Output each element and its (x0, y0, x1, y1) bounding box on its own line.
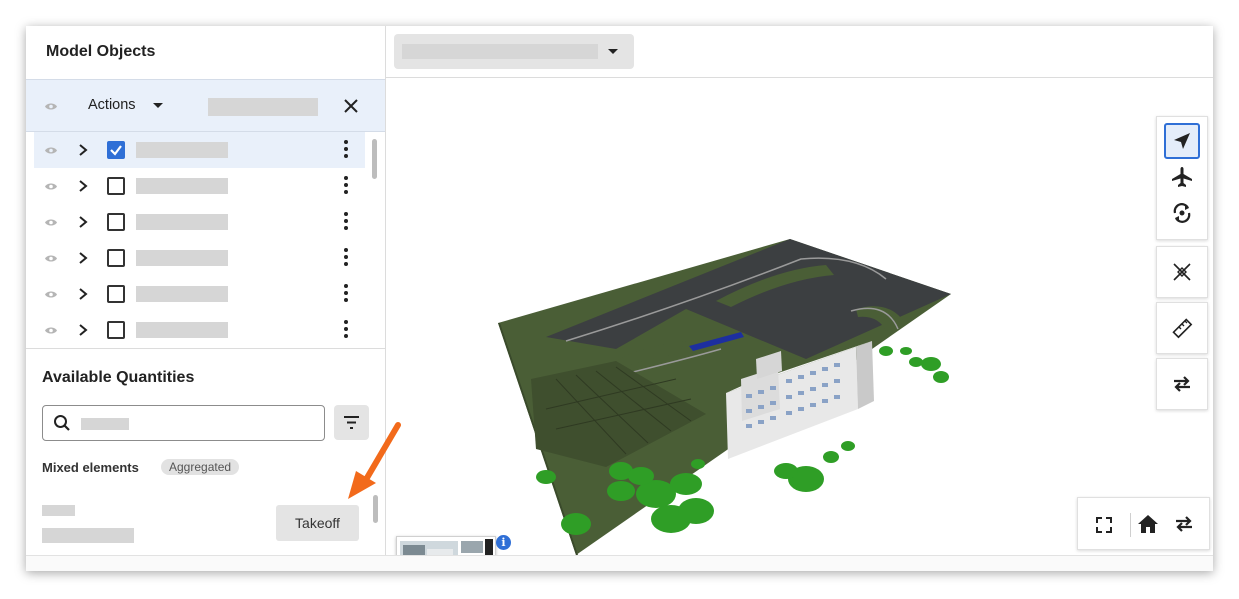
model-objects-panel: Model Objects Actions Available Quantiti… (26, 26, 401, 555)
list-item[interactable] (34, 276, 365, 312)
item-name-placeholder (136, 142, 228, 158)
list-scrollbar[interactable] (372, 139, 377, 179)
navigation-tools (1156, 116, 1208, 240)
site-model (498, 239, 951, 555)
info-icon[interactable]: i (496, 535, 511, 550)
chevron-right-icon[interactable] (76, 251, 90, 265)
close-icon[interactable] (342, 97, 360, 115)
select-tool-button[interactable] (1164, 123, 1200, 159)
available-quantities-title: Available Quantities (42, 369, 195, 386)
item-name-placeholder (136, 322, 228, 338)
orbit-icon (1173, 203, 1191, 223)
home-button[interactable] (1137, 513, 1161, 537)
more-options-icon[interactable] (343, 320, 349, 340)
swap-tools (1156, 358, 1208, 410)
row-checkbox[interactable] (107, 177, 125, 195)
row-checkbox[interactable] (107, 285, 125, 303)
swap-arrows-icon (1174, 376, 1190, 392)
3d-canvas[interactable]: i (386, 79, 1213, 571)
eye-icon[interactable] (44, 254, 58, 263)
checkmark-icon (110, 145, 122, 156)
item-name-placeholder (136, 178, 228, 194)
status-strip (26, 555, 1213, 571)
eye-icon[interactable] (44, 218, 58, 227)
section-tools (1156, 246, 1208, 298)
quantity-value-placeholder (42, 528, 134, 543)
view-controls (1077, 497, 1210, 550)
actions-bar: Actions (26, 79, 385, 132)
list-item[interactable] (34, 204, 365, 240)
panel-title: Model Objects (46, 43, 156, 60)
orbit-tool-button[interactable] (1164, 195, 1200, 231)
model-viewer: i (386, 26, 1213, 571)
quantity-name-placeholder (42, 505, 75, 516)
eye-icon[interactable] (44, 326, 58, 335)
selection-count-placeholder (208, 98, 318, 116)
object-list (26, 132, 385, 348)
chevron-down-icon[interactable] (608, 49, 618, 54)
eye-icon[interactable] (44, 102, 58, 111)
row-checkbox[interactable] (107, 213, 125, 231)
eye-icon[interactable] (44, 146, 58, 155)
chevron-right-icon[interactable] (76, 215, 90, 229)
more-options-icon[interactable] (343, 140, 349, 160)
list-item[interactable] (34, 132, 365, 168)
item-name-placeholder (136, 214, 228, 230)
more-options-icon[interactable] (343, 248, 349, 268)
search-icon (54, 415, 70, 431)
section-cut-icon (1173, 263, 1191, 281)
chevron-right-icon[interactable] (76, 323, 90, 337)
actions-menu-label[interactable]: Actions (88, 97, 136, 113)
search-text-placeholder (81, 418, 129, 430)
app-window: Model Objects Actions Available Quantiti… (26, 26, 1213, 571)
quantity-search-input[interactable] (42, 405, 325, 441)
separator (1130, 513, 1131, 537)
item-name-placeholder (136, 286, 228, 302)
row-checkbox[interactable] (107, 141, 125, 159)
measure-tools (1156, 302, 1208, 354)
airplane-icon (1172, 167, 1192, 187)
viewer-toolbar (386, 26, 1213, 78)
group-label: Mixed elements (42, 460, 139, 475)
section-divider (26, 348, 385, 349)
row-checkbox[interactable] (107, 249, 125, 267)
chevron-right-icon[interactable] (76, 287, 90, 301)
more-options-icon[interactable] (343, 176, 349, 196)
list-item[interactable] (34, 312, 365, 348)
row-checkbox[interactable] (107, 321, 125, 339)
item-name-placeholder (136, 250, 228, 266)
eye-icon[interactable] (44, 182, 58, 191)
ruler-icon (1172, 318, 1193, 339)
view-name-placeholder (402, 44, 598, 59)
swap-tool-button[interactable] (1164, 366, 1200, 402)
home-icon (1138, 515, 1158, 533)
swap-button[interactable] (1173, 513, 1197, 537)
eye-icon[interactable] (44, 290, 58, 299)
view-selector[interactable] (394, 34, 634, 69)
list-item[interactable] (34, 240, 365, 276)
fly-tool-button[interactable] (1164, 159, 1200, 195)
navigation-arrow-icon (1174, 133, 1190, 149)
chevron-right-icon[interactable] (76, 143, 90, 157)
chevron-right-icon[interactable] (76, 179, 90, 193)
fullscreen-icon (1096, 517, 1112, 533)
fullscreen-button[interactable] (1092, 514, 1116, 536)
more-options-icon[interactable] (343, 212, 349, 232)
chevron-down-icon[interactable] (153, 103, 163, 108)
measure-tool-button[interactable] (1164, 310, 1200, 346)
aggregated-badge: Aggregated (161, 459, 240, 475)
section-tool-button[interactable] (1164, 254, 1200, 290)
swap-arrows-icon (1176, 516, 1192, 532)
more-options-icon[interactable] (343, 284, 349, 304)
list-item[interactable] (34, 168, 365, 204)
